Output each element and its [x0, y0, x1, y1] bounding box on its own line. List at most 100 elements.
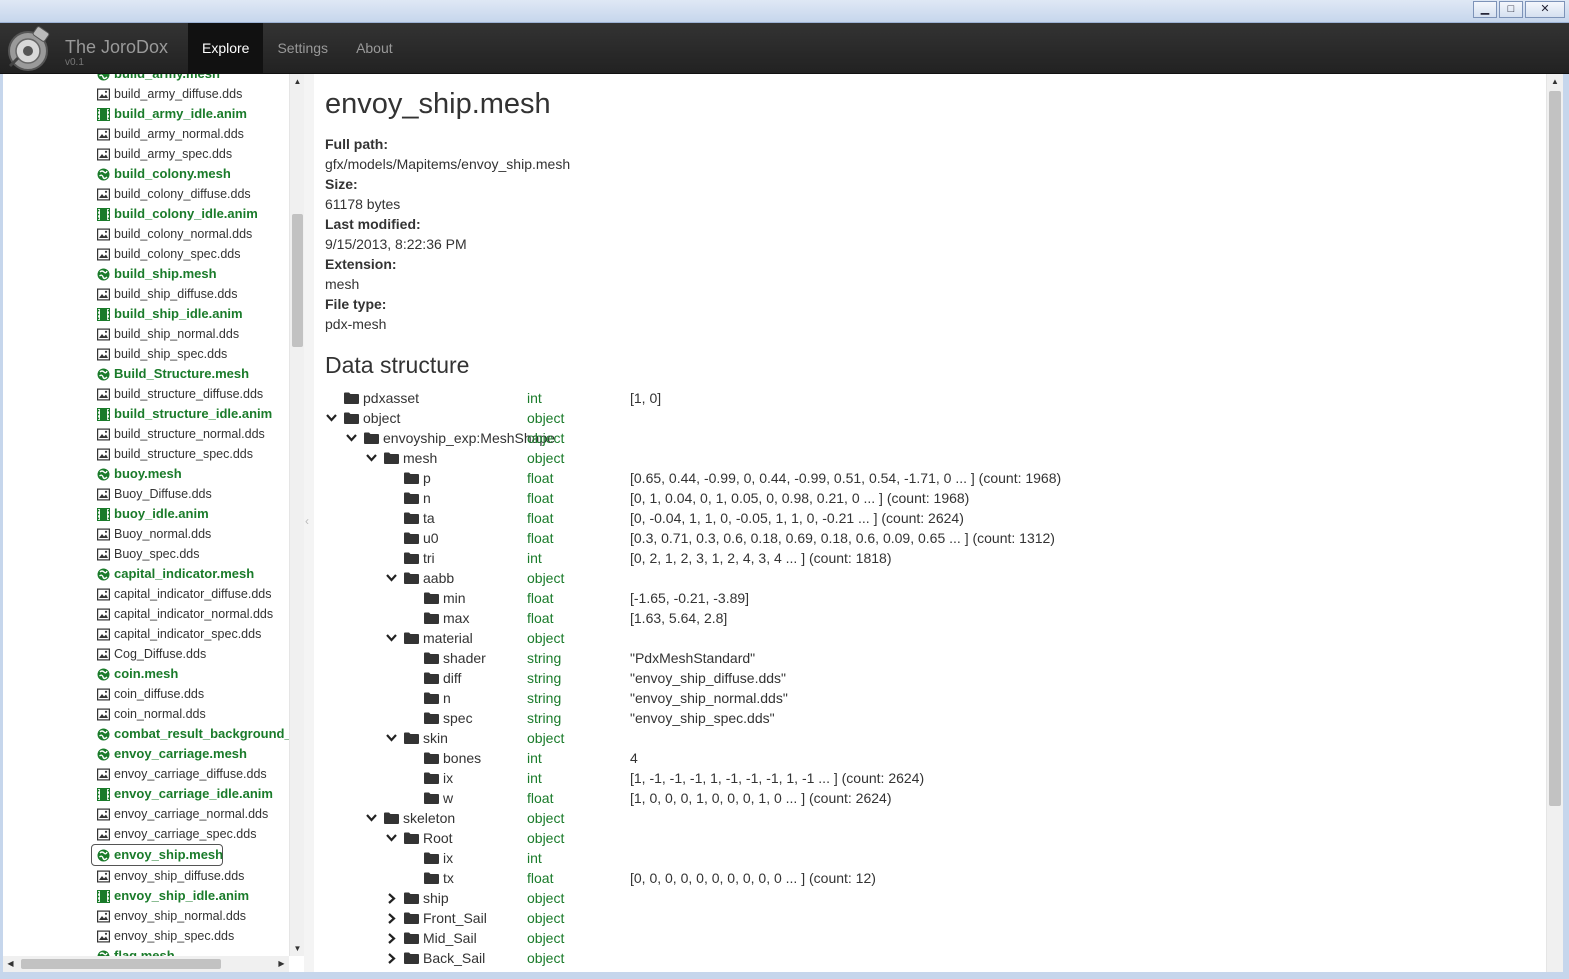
prop-value-extension: mesh	[325, 276, 360, 292]
globe-icon	[93, 568, 114, 581]
file-name: build_ship_normal.dds	[114, 327, 240, 341]
file-item[interactable]: envoy_ship_diffuse.dds	[93, 866, 289, 886]
tree-node-name: max	[443, 610, 470, 626]
scroll-up-icon[interactable]: ▲	[290, 74, 305, 89]
file-item[interactable]: build_structure_idle.anim	[93, 404, 289, 424]
file-item[interactable]: build_ship_diffuse.dds	[93, 284, 289, 304]
image-icon	[93, 288, 114, 301]
file-item[interactable]: capital_indicator_diffuse.dds	[93, 584, 289, 604]
file-item[interactable]: envoy_carriage_idle.anim	[93, 784, 289, 804]
chevron-down-icon[interactable]	[365, 448, 378, 468]
chevron-down-icon[interactable]	[385, 628, 398, 648]
file-item[interactable]: capital_indicator_normal.dds	[93, 604, 289, 624]
file-name: envoy_carriage_idle.anim	[114, 786, 273, 801]
file-item[interactable]: build_ship.mesh	[93, 264, 289, 284]
file-item[interactable]: envoy_ship_idle.anim	[93, 886, 289, 906]
file-item[interactable]: build_army.mesh	[93, 74, 289, 84]
file-item[interactable]: build_army_diffuse.dds	[93, 84, 289, 104]
file-name: envoy_ship_normal.dds	[114, 909, 247, 923]
maximize-button[interactable]: □	[1499, 1, 1523, 18]
scroll-thumb[interactable]	[292, 214, 303, 347]
tree-node-name: shader	[443, 650, 486, 666]
tree-node-name: n	[443, 690, 451, 706]
file-item[interactable]: coin_diffuse.dds	[93, 684, 289, 704]
folder-icon	[404, 892, 423, 904]
file-item[interactable]: build_army_spec.dds	[93, 144, 289, 164]
chevron-right-icon[interactable]	[385, 908, 398, 928]
file-item[interactable]: build_ship_normal.dds	[93, 324, 289, 344]
image-icon	[93, 930, 114, 943]
tree-node-type: object	[527, 410, 565, 426]
nav-about[interactable]: About	[342, 23, 407, 74]
file-item[interactable]: build_ship_idle.anim	[93, 304, 289, 324]
detail-vertical-scrollbar[interactable]: ▲	[1546, 74, 1563, 972]
file-item[interactable]: build_colony_normal.dds	[93, 224, 289, 244]
tree-row: Mid_Sail object	[314, 928, 1546, 948]
image-icon	[93, 228, 114, 241]
scroll-right-icon[interactable]: ▶	[274, 956, 289, 972]
file-item[interactable]: buoy_idle.anim	[93, 504, 289, 524]
tree-node-name: aabb	[423, 570, 455, 586]
file-item[interactable]: envoy_carriage_normal.dds	[93, 804, 289, 824]
file-item[interactable]: envoy_ship_spec.dds	[93, 926, 289, 946]
file-name: build_ship_idle.anim	[114, 306, 243, 321]
file-name: envoy_ship_idle.anim	[114, 888, 250, 903]
file-item[interactable]: build_structure_diffuse.dds	[93, 384, 289, 404]
file-item[interactable]: envoy_carriage.mesh	[93, 744, 289, 764]
file-item[interactable]: build_ship_spec.dds	[93, 344, 289, 364]
chevron-down-icon[interactable]	[325, 408, 338, 428]
chevron-right-icon[interactable]	[385, 948, 398, 968]
file-item[interactable]: Cog_Diffuse.dds	[93, 644, 289, 664]
nav-settings[interactable]: Settings	[263, 23, 342, 74]
file-item[interactable]: build_structure_normal.dds	[93, 424, 289, 444]
splitter-grip-icon[interactable]: ‹	[305, 514, 309, 528]
file-item[interactable]: envoy_carriage_spec.dds	[93, 824, 289, 844]
file-item[interactable]: Build_Structure.mesh	[93, 364, 289, 384]
file-item[interactable]: coin_normal.dds	[93, 704, 289, 724]
file-item[interactable]: build_army_normal.dds	[93, 124, 289, 144]
file-tree-vertical-scrollbar[interactable]: ▲ ▼	[289, 74, 304, 956]
file-item[interactable]: envoy_carriage_diffuse.dds	[93, 764, 289, 784]
file-item[interactable]: flag.mesh	[93, 946, 289, 956]
file-item[interactable]: build_colony_diffuse.dds	[93, 184, 289, 204]
scroll-thumb[interactable]	[21, 959, 221, 969]
close-button[interactable]: ✕	[1525, 1, 1565, 18]
file-item[interactable]: envoy_ship.mesh	[91, 844, 223, 866]
nav-explore[interactable]: Explore	[188, 23, 264, 74]
chevron-down-icon[interactable]	[385, 568, 398, 588]
folder-icon	[424, 592, 443, 604]
chevron-down-icon[interactable]	[385, 728, 398, 748]
file-item[interactable]: build_colony_spec.dds	[93, 244, 289, 264]
file-item[interactable]: build_colony_idle.anim	[93, 204, 289, 224]
file-item[interactable]: build_army_idle.anim	[93, 104, 289, 124]
file-tree-horizontal-scrollbar[interactable]: ◀ ▶	[3, 956, 289, 972]
chevron-down-icon[interactable]	[385, 828, 398, 848]
scroll-left-icon[interactable]: ◀	[3, 956, 18, 972]
scroll-thumb[interactable]	[1549, 91, 1561, 806]
file-item[interactable]: combat_result_background_r	[93, 724, 289, 744]
scroll-up-icon[interactable]: ▲	[1547, 74, 1563, 90]
pane-splitter[interactable]: ‹	[304, 74, 314, 972]
file-item[interactable]: coin.mesh	[93, 664, 289, 684]
file-item[interactable]: build_structure_spec.dds	[93, 444, 289, 464]
file-item[interactable]: capital_indicator_spec.dds	[93, 624, 289, 644]
file-item[interactable]: envoy_ship_normal.dds	[93, 906, 289, 926]
folder-icon	[424, 792, 443, 804]
tree-node-type: float	[527, 590, 554, 606]
minimize-button[interactable]: ▁	[1473, 1, 1497, 18]
file-item[interactable]: Buoy_spec.dds	[93, 544, 289, 564]
file-name: build_army_normal.dds	[114, 127, 244, 141]
chevron-down-icon[interactable]	[365, 808, 378, 828]
file-item[interactable]: buoy.mesh	[93, 464, 289, 484]
chevron-right-icon[interactable]	[385, 888, 398, 908]
scroll-down-icon[interactable]: ▼	[290, 941, 305, 956]
file-item[interactable]: Buoy_Diffuse.dds	[93, 484, 289, 504]
file-item[interactable]: Buoy_normal.dds	[93, 524, 289, 544]
file-item[interactable]: capital_indicator.mesh	[93, 564, 289, 584]
detail-panel: envoy_ship.mesh Full path: gfx/models/Ma…	[314, 74, 1546, 972]
chevron-down-icon[interactable]	[345, 428, 358, 448]
tree-node-name: p	[423, 470, 431, 486]
chevron-right-icon[interactable]	[385, 928, 398, 948]
file-item[interactable]: build_colony.mesh	[93, 164, 289, 184]
